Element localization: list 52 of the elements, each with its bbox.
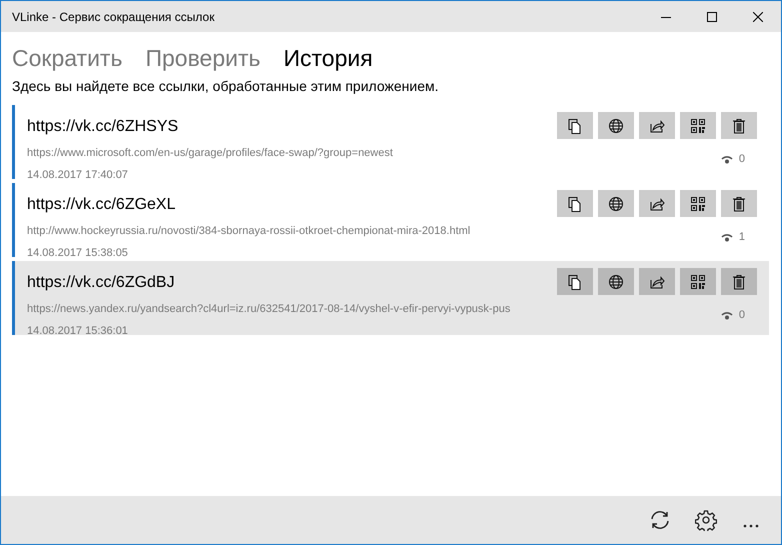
trash-icon [731, 274, 747, 290]
copy-button[interactable] [557, 268, 593, 295]
qr-code-button[interactable] [680, 190, 716, 217]
globe-icon [608, 274, 624, 290]
short-link[interactable]: https://vk.cc/6ZHSYS [27, 115, 557, 139]
refresh-icon[interactable] [649, 509, 671, 531]
copy-button[interactable] [557, 112, 593, 139]
view-count: 1 [738, 230, 745, 245]
share-button[interactable] [639, 190, 675, 217]
share-icon [649, 118, 665, 134]
description-text: Здесь вы найдете все ссылки, обработанные этим приложением. [12, 77, 440, 96]
globe-icon [608, 196, 624, 212]
share-icon [649, 196, 665, 212]
maximize-icon [707, 12, 717, 22]
globe-icon [608, 118, 624, 134]
view-count: 0 [738, 308, 745, 323]
copy-icon [567, 118, 583, 134]
qr-code-button[interactable] [680, 268, 716, 295]
share-button[interactable] [639, 112, 675, 139]
views-icon [720, 154, 733, 164]
trash-button[interactable] [721, 268, 757, 295]
views-icon [720, 310, 733, 320]
settings-icon[interactable] [695, 509, 717, 531]
close-icon [753, 12, 763, 22]
share-button[interactable] [639, 268, 675, 295]
history-item[interactable]: https://vk.cc/6ZGdBJ https://news.yandex.ru/yandsearch?cl4url=iz.ru/632541/2017-08-14/vyshel-v-efir-pervyi-vypusk-pus 14.08.2017 15:36:01 0 [12, 261, 769, 335]
tab[interactable]: Сократить [12, 46, 122, 70]
trash-icon [731, 196, 747, 212]
tab[interactable]: Проверить [145, 46, 260, 70]
window-title: VLinke - Сервис сокращения ссылок [11, 8, 216, 26]
globe-button[interactable] [598, 268, 634, 295]
share-icon [649, 274, 665, 290]
tab[interactable]: История [283, 46, 373, 70]
trash-button[interactable] [721, 190, 757, 217]
short-link[interactable]: https://vk.cc/6ZGdBJ [27, 271, 557, 295]
original-url: https://www.microsoft.com/en-us/garage/profiles/face-swap/?group=newest [27, 146, 394, 161]
trash-button[interactable] [721, 112, 757, 139]
qr-code-icon [690, 196, 706, 212]
short-link[interactable]: https://vk.cc/6ZGeXL [27, 193, 557, 217]
qr-code-button[interactable] [680, 112, 716, 139]
trash-icon [731, 118, 747, 134]
view-count: 0 [738, 152, 745, 167]
views-icon [720, 232, 733, 242]
original-url: https://news.yandex.ru/yandsearch?cl4url=iz.ru/632541/2017-08-14/vyshel-v-efir-pervyi-vypusk-pus [27, 302, 512, 317]
qr-code-icon [690, 118, 706, 134]
copy-button[interactable] [557, 190, 593, 217]
original-url: http://www.hockeyrussia.ru/novosti/384-sbornaya-rossii-otkroet-chempionat-mira-2018.html [27, 224, 472, 239]
globe-button[interactable] [598, 190, 634, 217]
copy-icon [567, 274, 583, 290]
globe-button[interactable] [598, 112, 634, 139]
qr-code-icon [690, 274, 706, 290]
copy-icon [567, 196, 583, 212]
